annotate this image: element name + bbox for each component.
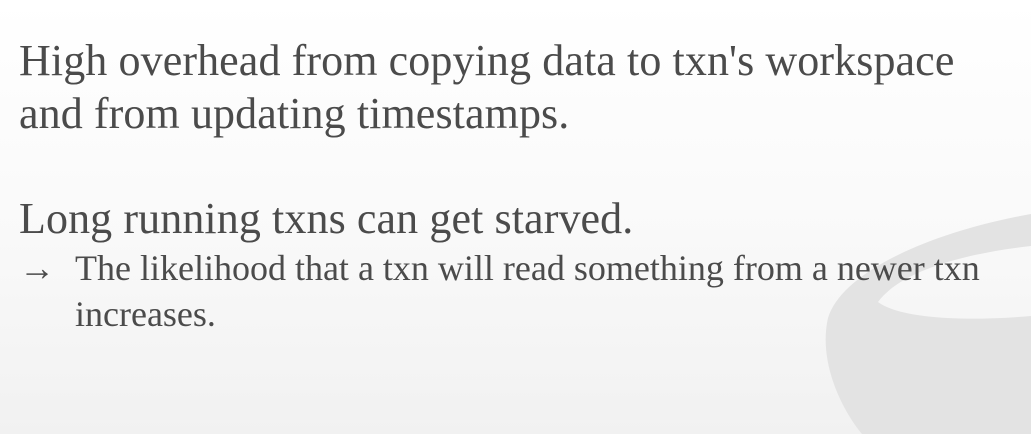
arrow-right-icon: → bbox=[19, 248, 55, 288]
bullet-overhead: High overhead from copying data to txn's… bbox=[19, 36, 955, 138]
sub-bullet-text: The likelihood that a txn will read some… bbox=[75, 248, 980, 334]
bullet-starvation: Long running txns can get starved. bbox=[19, 194, 634, 243]
sub-bullet-likelihood: → The likelihood that a txn will read so… bbox=[19, 245, 1009, 337]
slide-body: High overhead from copying data to txn's… bbox=[19, 34, 1009, 337]
